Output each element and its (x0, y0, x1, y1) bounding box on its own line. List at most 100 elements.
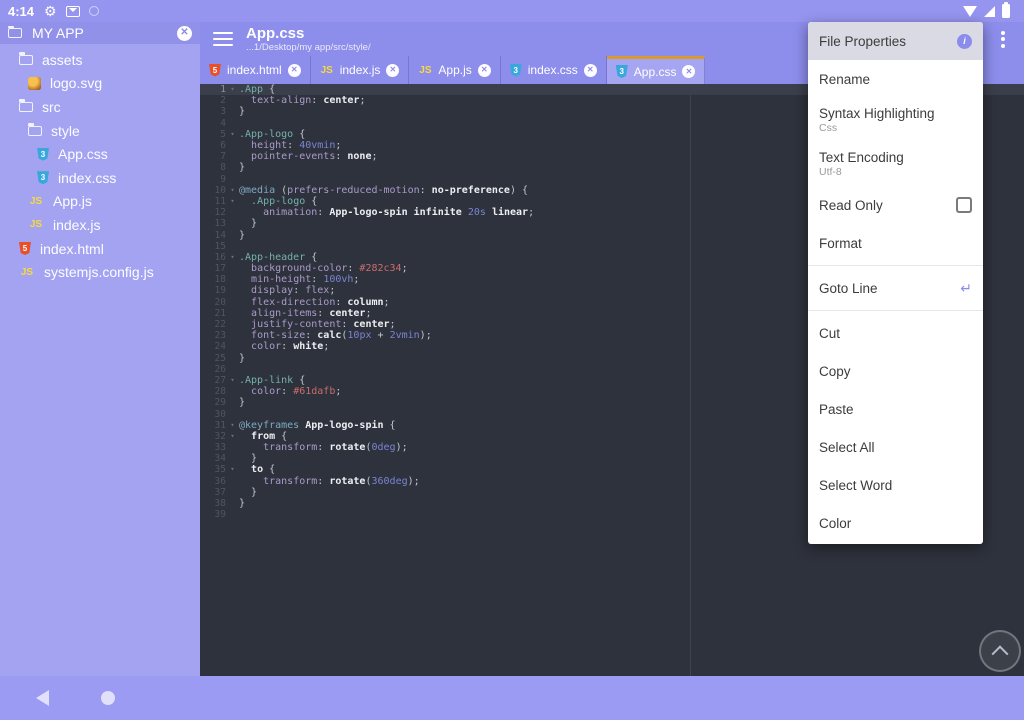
menu-hamburger-icon[interactable] (213, 32, 233, 47)
menu-item-label: Text Encoding (819, 150, 972, 165)
fold-arrow-icon[interactable]: ▾ (226, 198, 239, 205)
code-text: @keyframes App-logo-spin { (239, 420, 396, 431)
fold-arrow-icon[interactable]: ▾ (226, 433, 239, 440)
line-number: 35 (200, 464, 226, 475)
status-bar: 4:14 ⚙ (0, 0, 1024, 22)
line-number: 26 (200, 364, 226, 375)
line-number: 11 (200, 196, 226, 207)
fold-arrow-icon[interactable]: ▾ (226, 254, 239, 261)
css-file-icon: 3 (510, 64, 522, 77)
fold-arrow-icon[interactable]: ▾ (226, 187, 239, 194)
tab-app-js[interactable]: JSApp.js✕ (409, 56, 500, 84)
line-number: 18 (200, 274, 226, 285)
code-text: .App-logo { (239, 129, 305, 140)
menu-item-label: Paste (819, 402, 972, 417)
chevron-up-icon (992, 645, 1009, 662)
line-number: 24 (200, 341, 226, 352)
tab-app-css[interactable]: 3App.css✕ (607, 56, 706, 84)
code-text: .App-header { (239, 252, 317, 263)
menu-item-format[interactable]: Format (808, 224, 983, 262)
info-icon: i (957, 34, 972, 49)
fold-arrow-icon[interactable]: ▾ (226, 131, 239, 138)
tree-item-systemjs-config-js[interactable]: JSsystemjs.config.js (0, 260, 200, 284)
tab-index-js[interactable]: JSindex.js✕ (311, 56, 410, 84)
line-number: 20 (200, 297, 226, 308)
html-file-icon: 5 (19, 242, 31, 255)
close-project-icon[interactable]: ✕ (177, 26, 192, 41)
wifi-icon (963, 6, 977, 17)
line-number: 21 (200, 308, 226, 319)
code-text: .App-link { (239, 375, 305, 386)
menu-item-file-properties[interactable]: File Propertiesi (808, 22, 983, 60)
line-number: 23 (200, 330, 226, 341)
line-number: 2 (200, 95, 226, 106)
css-file-icon: 3 (37, 148, 49, 161)
menu-item-paste[interactable]: Paste (808, 390, 983, 428)
js-file-icon: JS (418, 64, 432, 76)
tab-index-css[interactable]: 3index.css✕ (501, 56, 607, 84)
menu-item-goto-line[interactable]: Goto Line↵ (808, 269, 983, 307)
tab-label: index.js (340, 63, 381, 77)
tree-item-style[interactable]: style (0, 119, 200, 143)
tree-item-label: index.css (58, 170, 116, 186)
tree-item-index-js[interactable]: JSindex.js (0, 213, 200, 237)
tree-item-app-js[interactable]: JSApp.js (0, 190, 200, 214)
code-text: pointer-events: none; (239, 151, 378, 162)
tree-item-label: logo.svg (50, 75, 102, 91)
tab-index-html[interactable]: 5index.html✕ (200, 56, 311, 84)
read-only-checkbox[interactable] (956, 197, 972, 213)
tab-close-icon[interactable]: ✕ (682, 65, 695, 78)
battery-icon (1002, 4, 1010, 18)
code-text: justify-content: center; (239, 319, 396, 330)
code-text: animation: App-logo-spin infinite 20s li… (239, 207, 534, 218)
tree-item-app-css[interactable]: 3App.css (0, 142, 200, 166)
folder-file-icon (19, 55, 33, 65)
cell-signal-icon (984, 6, 995, 17)
menu-item-sublabel: Css (819, 122, 972, 134)
line-number: 31 (200, 420, 226, 431)
code-text: color: #61dafb; (239, 386, 341, 397)
tab-close-icon[interactable]: ✕ (584, 64, 597, 77)
back-button[interactable] (36, 690, 49, 706)
tree-item-assets[interactable]: assets (0, 48, 200, 72)
menu-item-read-only[interactable]: Read Only (808, 186, 983, 224)
menu-item-label: Select All (819, 440, 972, 455)
tree-item-logo-svg[interactable]: logo.svg (0, 72, 200, 96)
tree-item-index-html[interactable]: 5index.html (0, 237, 200, 261)
fold-arrow-icon[interactable]: ▾ (226, 86, 239, 93)
code-text: height: 40vmin; (239, 140, 341, 151)
menu-item-text-encoding[interactable]: Text EncodingUtf-8 (808, 142, 983, 186)
code-text: text-align: center; (239, 95, 365, 106)
more-options-icon[interactable] (1001, 31, 1005, 48)
menu-item-cut[interactable]: Cut (808, 314, 983, 352)
code-text: @media (prefers-reduced-motion: no-prefe… (239, 185, 528, 196)
fold-arrow-icon[interactable]: ▾ (226, 466, 239, 473)
line-number: 8 (200, 162, 226, 173)
android-nav-bar (0, 676, 1024, 720)
css-file-icon: 3 (37, 171, 49, 184)
menu-divider (808, 265, 983, 266)
menu-item-select-all[interactable]: Select All (808, 428, 983, 466)
home-button[interactable] (101, 691, 115, 705)
tab-close-icon[interactable]: ✕ (386, 64, 399, 77)
line-number: 34 (200, 453, 226, 464)
code-text: } (239, 397, 245, 408)
scroll-up-fab[interactable] (979, 630, 1021, 672)
tab-close-icon[interactable]: ✕ (288, 64, 301, 77)
fold-arrow-icon[interactable]: ▾ (226, 422, 239, 429)
line-number: 9 (200, 174, 226, 185)
menu-item-select-word[interactable]: Select Word (808, 466, 983, 504)
tree-item-index-css[interactable]: 3 index.css (0, 166, 200, 190)
code-text: display: flex; (239, 285, 335, 296)
menu-item-syntax-highlighting[interactable]: Syntax HighlightingCss (808, 98, 983, 142)
tab-close-icon[interactable]: ✕ (478, 64, 491, 77)
menu-item-copy[interactable]: Copy (808, 352, 983, 390)
tree-item-src[interactable]: src (0, 95, 200, 119)
project-header[interactable]: MY APP ✕ (0, 22, 200, 44)
fold-arrow-icon[interactable]: ▾ (226, 377, 239, 384)
line-number: 19 (200, 285, 226, 296)
line-number: 33 (200, 442, 226, 453)
line-number: 13 (200, 218, 226, 229)
menu-item-rename[interactable]: Rename (808, 60, 983, 98)
menu-item-color[interactable]: Color (808, 504, 983, 542)
